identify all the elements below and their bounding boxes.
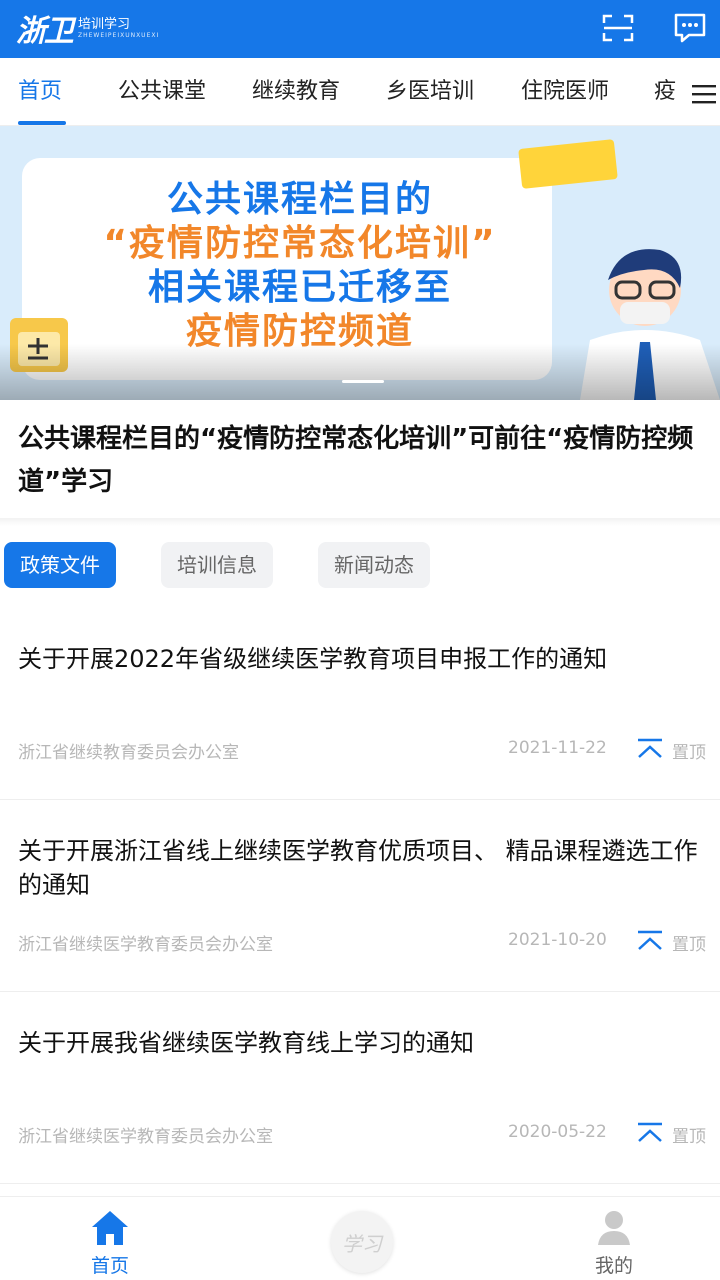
news-title: 关于开展2022年省级继续医学教育项目申报工作的通知 — [18, 645, 608, 673]
category-training-info[interactable]: 培训信息 — [161, 542, 273, 588]
nav-home-label: 首页 — [90, 1255, 129, 1277]
tab-epidemic[interactable]: 疫 — [654, 58, 676, 126]
pin-top-icon — [638, 1122, 662, 1142]
news-item[interactable]: 关于开展我省继续医学教育线上学习的通知 浙江省继续医学教育委员会办公室 2020… — [0, 992, 720, 1184]
news-item[interactable]: 关于开展2022年省级继续医学教育项目申报工作的通知 浙江省继续教育委员会办公室… — [0, 608, 720, 800]
news-title: 关于开展我省继续医学教育线上学习的通知 — [18, 1029, 474, 1057]
message-icon[interactable] — [670, 8, 710, 48]
tab-rural-doctor[interactable]: 乡医培训 — [386, 58, 474, 126]
menu-icon[interactable] — [688, 80, 720, 108]
category-policy-documents[interactable]: 政策文件 — [4, 542, 116, 588]
nav-mine[interactable]: 我的 — [554, 1197, 674, 1280]
tab-resident-doctor[interactable]: 住院医师 — [521, 58, 609, 126]
news-source: 浙江省继续教育委员会办公室 — [18, 743, 239, 763]
active-tab-indicator — [18, 121, 66, 125]
nav-study[interactable]: 学习 — [331, 1211, 393, 1273]
home-icon — [92, 1211, 128, 1245]
news-date: 2020-05-22 — [508, 1122, 607, 1142]
scan-icon[interactable] — [598, 8, 638, 48]
tab-home[interactable]: 首页 — [18, 58, 62, 126]
pin-label: 置顶 — [672, 1127, 706, 1147]
news-source: 浙江省继续医学教育委员会办公室 — [18, 1127, 273, 1147]
nav-mine-label: 我的 — [594, 1255, 633, 1277]
nav-study-label: 学习 — [342, 1231, 382, 1256]
news-item[interactable]: 关于开展浙江省线上继续医学教育优质项目、 精品课程遴选工作的通知 浙江省继续医学… — [0, 800, 720, 992]
logo-subtitle: 培训学习 — [78, 16, 131, 32]
news-source: 浙江省继续医学教育委员会办公室 — [18, 935, 273, 955]
category-news[interactable]: 新闻动态 — [318, 542, 430, 588]
news-date: 2021-10-20 — [508, 930, 607, 950]
pin-label: 置顶 — [672, 743, 706, 763]
carousel-indicator — [342, 380, 384, 383]
tab-public-class[interactable]: 公共课堂 — [118, 58, 206, 126]
logo-english: ZHEWEIPEIXUNXUEXI — [78, 31, 160, 39]
logo-mark: 浙卫 — [16, 14, 74, 49]
tab-continuing-education[interactable]: 继续教育 — [252, 58, 340, 126]
pin-top-icon — [638, 738, 662, 758]
banner-carousel[interactable]: 公共课程栏目的 “疫情防控常态化培训” 相关课程已迁移至 疫情防控频道 — [0, 126, 720, 400]
pin-label: 置顶 — [672, 935, 706, 955]
pin-top-icon — [638, 930, 662, 950]
nav-home[interactable]: 首页 — [50, 1197, 170, 1280]
banner-caption[interactable]: 公共课程栏目的“疫情防控常态化培训”可前往“疫情防控频道”学习 — [18, 418, 704, 504]
news-title: 关于开展浙江省线上继续医学教育优质项目、 精品课程遴选工作的通知 — [18, 837, 698, 899]
channel-tabs: 首页 公共课堂 继续教育 乡医培训 住院医师 疫 — [0, 58, 720, 126]
user-icon — [598, 1211, 630, 1245]
app-header: 浙卫 培训学习 ZHEWEIPEIXUNXUEXI — [0, 0, 720, 58]
news-date: 2021-11-22 — [508, 738, 607, 758]
app-logo: 浙卫 培训学习 ZHEWEIPEIXUNXUEXI — [16, 8, 160, 49]
bottom-nav: 首页 学习 我的 — [0, 1196, 720, 1280]
